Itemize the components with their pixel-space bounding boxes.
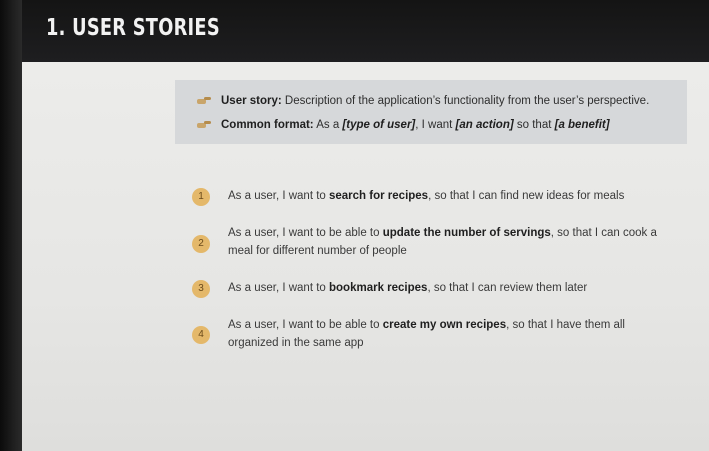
format-text: so that bbox=[513, 119, 555, 131]
format-action: [an action] bbox=[455, 119, 514, 131]
user-story-item: 1 As a user, I want to search for recipe… bbox=[192, 188, 662, 206]
format-text: As a bbox=[313, 119, 343, 131]
format-benefit: [a benefit] bbox=[554, 119, 610, 131]
format-user-type: [type of user] bbox=[342, 119, 416, 131]
definition-row: User story: Description of the applicati… bbox=[197, 92, 649, 110]
slide-title: 1. USER STORIES bbox=[46, 15, 220, 41]
pointing-hand-icon bbox=[197, 121, 211, 129]
definition-text: Description of the application’s functio… bbox=[281, 95, 650, 107]
title-bar: 1. USER STORIES bbox=[22, 0, 709, 62]
story-number-badge: 4 bbox=[192, 326, 210, 344]
story-text: As a user, I want to be able to update t… bbox=[228, 227, 657, 257]
definition-label: User story: bbox=[221, 95, 282, 107]
monitor-bezel bbox=[0, 0, 22, 451]
format-text: , I want bbox=[415, 119, 456, 131]
definition-box: User story: Description of the applicati… bbox=[175, 80, 687, 144]
slide-content: User story: Description of the applicati… bbox=[22, 62, 709, 451]
story-number-badge: 1 bbox=[192, 188, 210, 206]
pointing-hand-icon bbox=[197, 97, 211, 105]
story-text: As a user, I want to bookmark recipes, s… bbox=[228, 282, 588, 294]
user-story-item: 2 As a user, I want to be able to update… bbox=[192, 225, 662, 260]
user-story-item: 3 As a user, I want to bookmark recipes,… bbox=[192, 280, 662, 298]
format-label: Common format: bbox=[221, 119, 314, 131]
story-number-badge: 2 bbox=[192, 235, 210, 253]
format-row: Common format: As a [type of user] , I w… bbox=[197, 116, 610, 134]
story-text: As a user, I want to search for recipes,… bbox=[228, 190, 625, 202]
story-text: As a user, I want to be able to create m… bbox=[228, 319, 625, 349]
story-number-badge: 3 bbox=[192, 280, 210, 298]
user-story-item: 4 As a user, I want to be able to create… bbox=[192, 317, 662, 352]
